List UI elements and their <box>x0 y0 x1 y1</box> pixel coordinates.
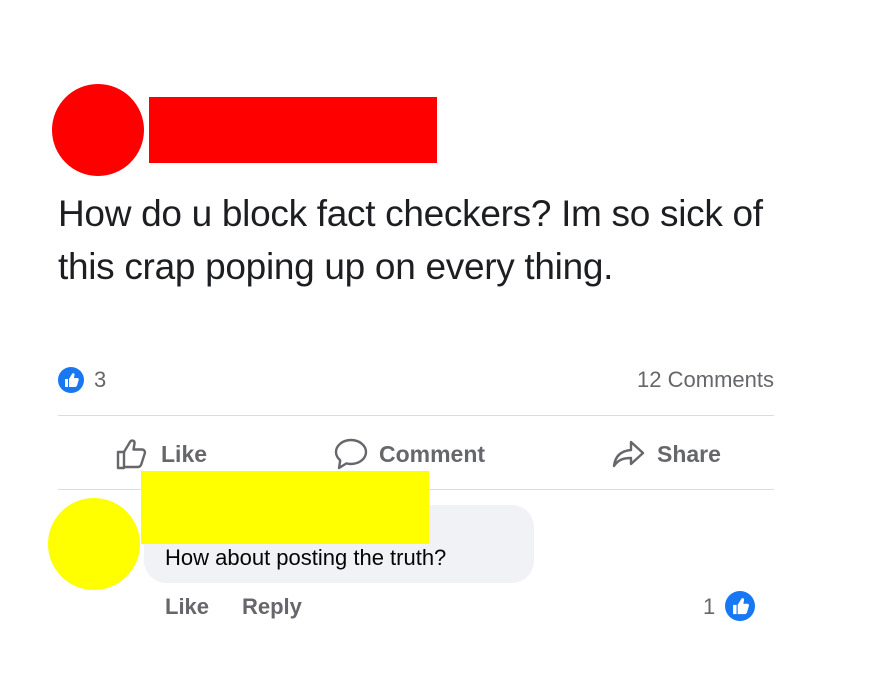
comments-count-link[interactable]: 12 Comments <box>637 367 774 393</box>
thumbs-up-icon <box>115 437 151 471</box>
divider-top <box>58 415 774 416</box>
like-button[interactable]: Like <box>115 433 207 475</box>
speech-bubble-icon <box>333 437 369 471</box>
comment-like-reaction-icon[interactable] <box>725 591 755 621</box>
comment-reaction-count[interactable]: 1 <box>703 594 715 620</box>
post-author-name-redacted[interactable] <box>149 97 437 163</box>
comment-button-label: Comment <box>379 440 486 467</box>
like-reaction-icon[interactable] <box>58 367 84 393</box>
post-text: How do u block fact checkers? Im so sick… <box>58 193 763 287</box>
share-button-label: Share <box>657 440 721 467</box>
share-button[interactable]: Share <box>611 433 721 475</box>
comment-like-button[interactable]: Like <box>165 593 209 621</box>
comment-button[interactable]: Comment <box>333 433 485 475</box>
share-arrow-icon <box>611 437 647 471</box>
like-button-label: Like <box>161 440 208 467</box>
commenter-avatar-redacted[interactable] <box>48 498 140 590</box>
reaction-count[interactable]: 3 <box>94 367 106 393</box>
commenter-name-redacted[interactable] <box>141 471 429 544</box>
comment-reply-button[interactable]: Reply <box>242 593 302 621</box>
post-author-avatar-redacted[interactable] <box>52 84 144 176</box>
comment-text: How about posting the truth? <box>165 545 447 570</box>
